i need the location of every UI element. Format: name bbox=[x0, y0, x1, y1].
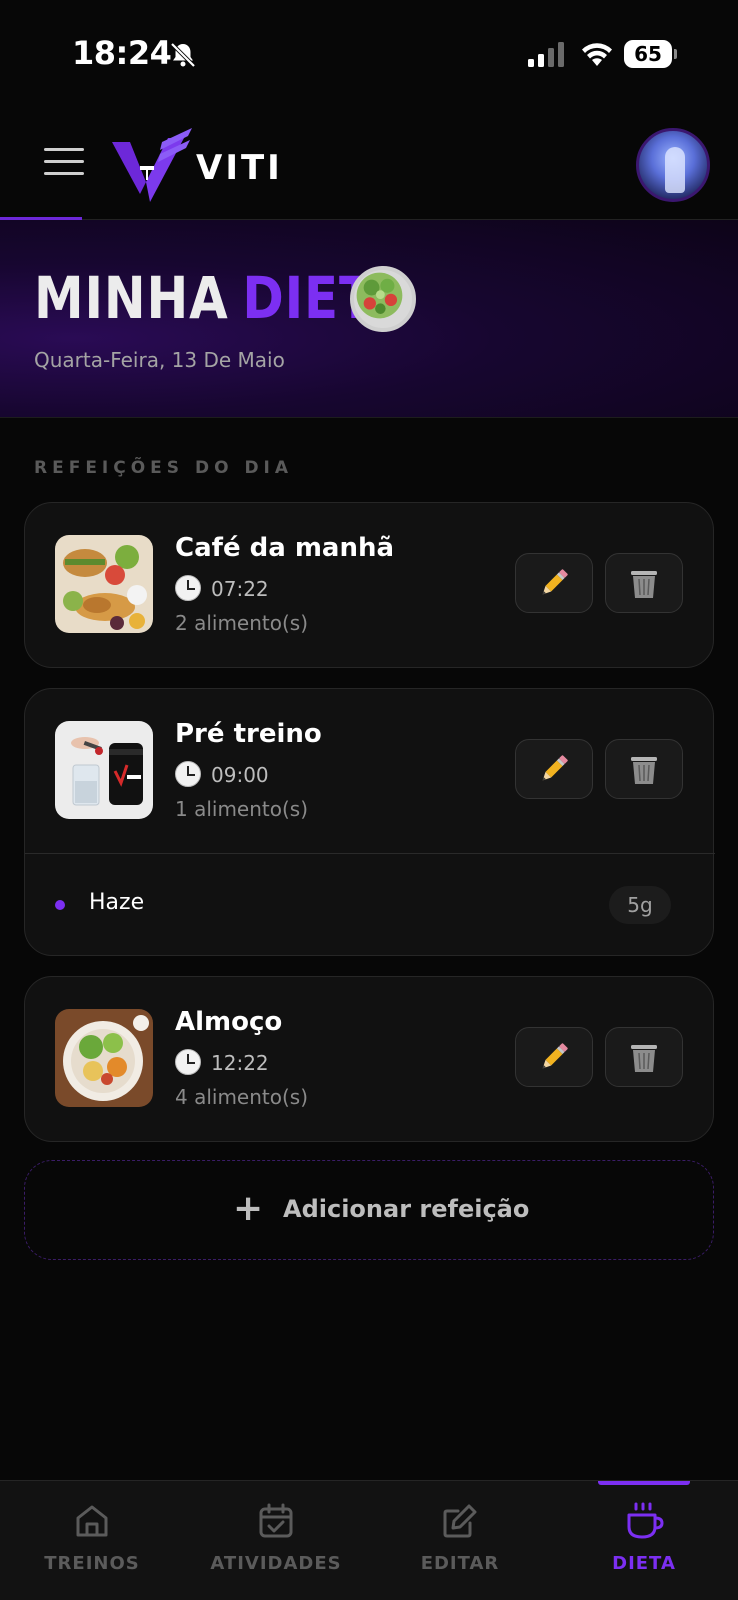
cup-icon bbox=[627, 1502, 664, 1539]
meal-food-count: 1 alimento(s) bbox=[175, 797, 309, 821]
meal-name: Almoço bbox=[175, 1007, 283, 1037]
edit-meal-button[interactable] bbox=[515, 553, 593, 613]
edit-icon bbox=[443, 1504, 477, 1538]
nav-item-editar[interactable]: EDITAR bbox=[368, 1481, 552, 1600]
plus-icon: + bbox=[233, 1188, 264, 1229]
page-title-part1: MINHA bbox=[34, 264, 229, 332]
add-meal-label: Adicionar refeição bbox=[283, 1195, 530, 1223]
lunch-photo bbox=[55, 1009, 153, 1107]
pencil-icon bbox=[542, 1043, 568, 1069]
section-label: REFEIÇÕES DO DIA bbox=[34, 458, 294, 478]
bottom-nav: TREINOS ATIVIDADES EDITAR DIETA bbox=[0, 1480, 738, 1600]
supplement-photo bbox=[55, 721, 153, 819]
meal-card[interactable]: Café da manhã 07:22 2 alimento(s) bbox=[24, 502, 714, 668]
menu-icon[interactable] bbox=[44, 148, 84, 180]
calendar-icon bbox=[259, 1503, 293, 1538]
edit-meal-button[interactable] bbox=[515, 739, 593, 799]
salad-icon bbox=[350, 266, 416, 332]
food-quantity-badge: 5g bbox=[609, 886, 671, 924]
delete-meal-button[interactable] bbox=[605, 739, 683, 799]
clock-icon bbox=[175, 761, 201, 787]
battery-icon: 65 bbox=[624, 40, 677, 68]
add-meal-button[interactable]: + Adicionar refeição bbox=[24, 1160, 714, 1260]
logo-text: VITI bbox=[196, 148, 283, 188]
avatar[interactable] bbox=[636, 128, 710, 202]
meal-row[interactable]: Café da manhã 07:22 2 alimento(s) bbox=[25, 503, 715, 667]
nav-item-atividades[interactable]: ATIVIDADES bbox=[184, 1481, 368, 1600]
nav-label: ATIVIDADES bbox=[210, 1553, 342, 1574]
food-item: Haze 5g bbox=[25, 853, 715, 953]
meal-time: 12:22 bbox=[211, 1051, 269, 1075]
pencil-icon bbox=[542, 755, 568, 781]
nav-label: DIETA bbox=[612, 1553, 676, 1574]
food-name: Haze bbox=[89, 890, 145, 915]
trash-icon bbox=[631, 1045, 657, 1072]
pencil-icon bbox=[542, 569, 568, 595]
clock-icon bbox=[175, 575, 201, 601]
clock-icon bbox=[175, 1049, 201, 1075]
delete-meal-button[interactable] bbox=[605, 1027, 683, 1087]
nav-item-treinos[interactable]: TREINOS bbox=[0, 1481, 184, 1600]
meal-row[interactable]: Pré treino 09:00 1 alimento(s) bbox=[25, 689, 715, 853]
nav-label: TREINOS bbox=[44, 1553, 140, 1574]
page-date: Quarta-Feira, 13 De Maio bbox=[34, 348, 285, 372]
trash-icon bbox=[631, 757, 657, 784]
viti-logo: VITI bbox=[110, 128, 290, 202]
cellular-signal-icon bbox=[528, 42, 564, 67]
meal-name: Pré treino bbox=[175, 719, 322, 749]
nav-item-dieta[interactable]: DIETA bbox=[552, 1481, 736, 1600]
breakfast-photo bbox=[55, 535, 153, 633]
status-bar: 18:24 65 bbox=[0, 0, 738, 110]
status-time: 18:24 bbox=[72, 34, 172, 72]
meal-food-count: 4 alimento(s) bbox=[175, 1085, 309, 1109]
bell-muted-icon bbox=[170, 42, 196, 68]
bullet-dot bbox=[55, 900, 65, 910]
viti-logo-mark bbox=[112, 128, 192, 202]
edit-meal-button[interactable] bbox=[515, 1027, 593, 1087]
battery-level: 65 bbox=[624, 40, 672, 68]
meal-name: Café da manhã bbox=[175, 533, 395, 563]
nav-active-indicator bbox=[598, 1481, 690, 1485]
app-header: VITI bbox=[0, 110, 738, 220]
meal-row[interactable]: Almoço 12:22 4 alimento(s) bbox=[25, 977, 715, 1141]
hero-banner: MINHA DIETA Quarta-Feira, 13 De Maio bbox=[0, 220, 738, 418]
meal-card[interactable]: Almoço 12:22 4 alimento(s) bbox=[24, 976, 714, 1142]
meal-food-count: 2 alimento(s) bbox=[175, 611, 309, 635]
wifi-icon bbox=[582, 43, 612, 66]
nav-label: EDITAR bbox=[420, 1553, 500, 1574]
home-icon bbox=[76, 1505, 108, 1537]
trash-icon bbox=[631, 571, 657, 598]
meal-time: 09:00 bbox=[211, 763, 269, 787]
meal-card[interactable]: Pré treino 09:00 1 alimento(s) Haze 5g bbox=[24, 688, 715, 956]
delete-meal-button[interactable] bbox=[605, 553, 683, 613]
meal-time: 07:22 bbox=[211, 577, 269, 601]
